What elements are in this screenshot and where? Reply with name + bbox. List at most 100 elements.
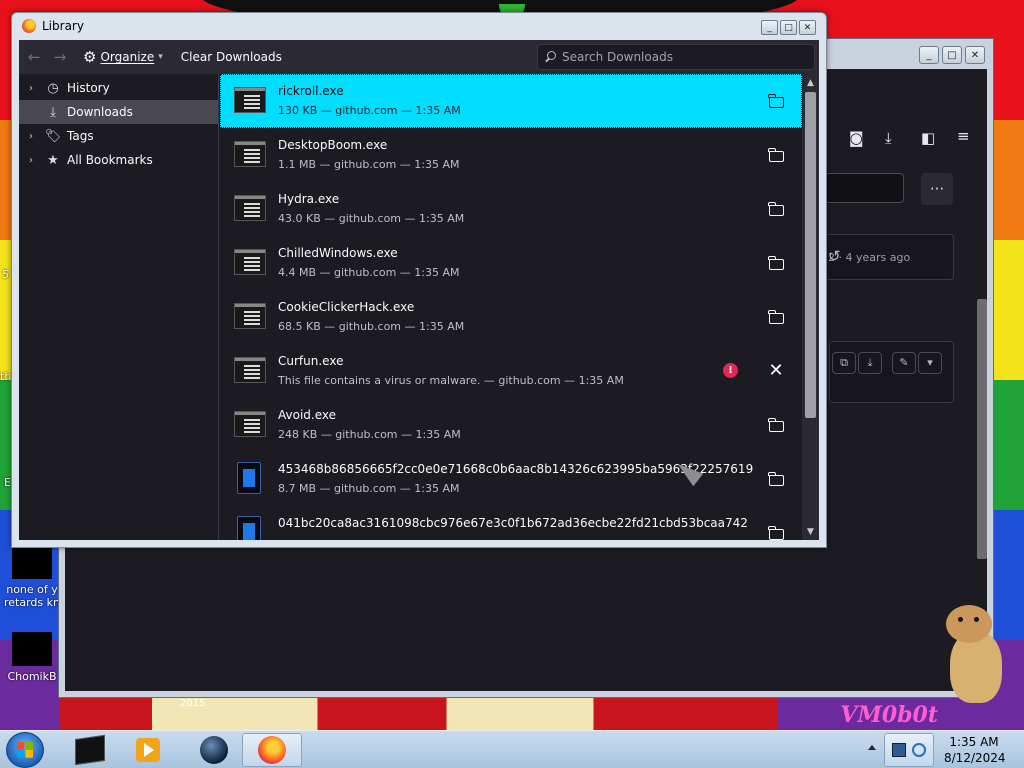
download-icon[interactable]: ⤓ bbox=[885, 129, 892, 147]
taskbar-browser[interactable] bbox=[184, 733, 244, 767]
clock[interactable]: 1:35 AM 8/12/2024 bbox=[944, 734, 1006, 766]
media-player-icon bbox=[136, 738, 160, 762]
download-status: 43.0 KB — github.com — 1:35 AM bbox=[278, 212, 465, 225]
desktop-icon-chomik[interactable]: ChomikB bbox=[2, 632, 62, 683]
sidebar-item-tags[interactable]: › 🏷 Tags bbox=[19, 124, 218, 148]
twisty-icon[interactable]: › bbox=[19, 155, 43, 166]
exe-icon bbox=[234, 303, 266, 329]
extensions-icon[interactable]: ◧ bbox=[921, 129, 935, 147]
download-row[interactable]: Hydra.exe 43.0 KB — github.com — 1:35 AM bbox=[220, 182, 802, 236]
open-folder-button[interactable] bbox=[766, 523, 786, 540]
close-button[interactable]: ✕ bbox=[799, 20, 816, 35]
twisty-icon[interactable]: › bbox=[19, 83, 43, 94]
download-icon: ⤓ bbox=[50, 104, 56, 120]
download-row[interactable]: rickroll.exe 130 KB — github.com — 1:35 A… bbox=[220, 74, 802, 128]
page-scrollbar[interactable] bbox=[975, 159, 989, 649]
open-folder-button[interactable] bbox=[766, 145, 786, 165]
sidebar-item-label: Downloads bbox=[67, 105, 133, 119]
open-folder-button[interactable] bbox=[766, 91, 786, 111]
pocket-icon[interactable]: ◙ bbox=[849, 129, 864, 147]
open-folder-button[interactable] bbox=[766, 199, 786, 219]
exe-icon bbox=[234, 195, 266, 221]
more-button[interactable]: ··· bbox=[921, 173, 953, 205]
desktop-fragment: 5 bbox=[2, 268, 9, 281]
download-status: 8.7 MB — github.com — 1:35 AM bbox=[278, 482, 460, 495]
volume-icon[interactable] bbox=[912, 743, 926, 757]
minimize-button[interactable]: _ bbox=[761, 20, 778, 35]
art-text: VM0b0t bbox=[840, 702, 938, 728]
library-window[interactable]: Library _ □ ✕ ← → ⚙ Organize ▾ Clear Dow… bbox=[11, 12, 827, 548]
sidebar-item-all-bookmarks[interactable]: › ★ All Bookmarks bbox=[19, 148, 218, 172]
tag-icon: 🏷 bbox=[44, 128, 62, 144]
twisty-icon[interactable]: › bbox=[19, 131, 43, 142]
sidebar-item-history[interactable]: › ◷ History bbox=[19, 76, 218, 100]
desktop-icon-note[interactable]: none of y retards kn bbox=[2, 545, 62, 609]
file-toolbar: ⧉ ⤓ ✎ ▾ bbox=[829, 341, 954, 403]
download-row[interactable]: Avoid.exe 248 KB — github.com — 1:35 AM bbox=[220, 398, 802, 452]
edit-icon[interactable]: ✎ bbox=[892, 352, 916, 374]
list-scrollbar[interactable]: ▲ ▼ bbox=[802, 74, 819, 540]
library-toolbar: ← → ⚙ Organize ▾ Clear Downloads bbox=[19, 40, 819, 74]
globe-icon bbox=[200, 736, 228, 764]
download-filename: DesktopBoom.exe bbox=[278, 138, 388, 152]
download-row[interactable]: ChilledWindows.exe 4.4 MB — github.com — … bbox=[220, 236, 802, 290]
download-row[interactable]: 041bc20ca8ac3161098cbc976e67e3c0f1b672ad… bbox=[220, 506, 802, 540]
desktop-fragment: th bbox=[0, 370, 12, 383]
clock-time: 1:35 AM bbox=[949, 735, 999, 749]
clock-icon: ◷ bbox=[47, 80, 59, 96]
back-arrow-icon[interactable]: ← bbox=[23, 46, 45, 68]
exe-icon bbox=[234, 249, 266, 275]
folder-icon bbox=[768, 147, 784, 162]
download-status: 4.4 MB — github.com — 1:35 AM bbox=[278, 266, 460, 279]
open-folder-button[interactable] bbox=[766, 307, 786, 327]
system-tray[interactable] bbox=[884, 733, 934, 767]
close-button[interactable]: ✕ bbox=[965, 46, 985, 64]
open-folder-button[interactable] bbox=[766, 253, 786, 273]
scrollbar-thumb[interactable] bbox=[977, 299, 987, 559]
clock-date: 8/12/2024 bbox=[944, 751, 1006, 765]
forward-arrow-icon[interactable]: → bbox=[49, 46, 71, 68]
hamster-image bbox=[942, 605, 1006, 705]
search-box[interactable] bbox=[537, 44, 815, 70]
search-input[interactable] bbox=[562, 50, 802, 64]
blue-file-icon bbox=[237, 462, 261, 494]
download-status: 68.5 KB — github.com — 1:35 AM bbox=[278, 320, 465, 333]
open-folder-button[interactable] bbox=[766, 415, 786, 435]
library-body: ← → ⚙ Organize ▾ Clear Downloads › ◷ Histo… bbox=[19, 40, 819, 540]
window-caption-buttons: _ □ ✕ bbox=[761, 20, 816, 35]
history-icon[interactable]: ↺ bbox=[828, 247, 939, 265]
chevron-down-icon[interactable]: ▾ bbox=[918, 352, 942, 374]
download-raw-icon[interactable]: ⤓ bbox=[858, 352, 882, 374]
taskbar-cmd[interactable] bbox=[60, 733, 120, 767]
remove-button[interactable]: ✕ bbox=[766, 361, 786, 381]
download-row[interactable]: CookieClickerHack.exe 68.5 KB — github.co… bbox=[220, 290, 802, 344]
scroll-up-icon[interactable]: ▲ bbox=[802, 74, 819, 91]
clear-downloads-button[interactable]: Clear Downloads bbox=[175, 46, 288, 68]
menu-icon[interactable]: ≡ bbox=[957, 127, 970, 145]
download-row[interactable]: 453468b86856665f2cc0e0e71668c0b6aac8b143… bbox=[220, 452, 802, 506]
taskbar-firefox[interactable] bbox=[242, 733, 302, 767]
maximize-button[interactable]: □ bbox=[780, 20, 797, 35]
folder-icon bbox=[768, 309, 784, 324]
download-row[interactable]: Curfun.exe This file contains a virus or … bbox=[220, 344, 802, 398]
hamster-file-icon bbox=[12, 632, 52, 666]
copy-icon[interactable]: ⧉ bbox=[832, 352, 856, 374]
sidebar-item-downloads[interactable]: ⤓ Downloads bbox=[19, 100, 218, 124]
start-button[interactable] bbox=[6, 732, 44, 768]
desktop-fragment: E bbox=[4, 476, 11, 489]
page-input[interactable] bbox=[824, 173, 904, 203]
minimize-button[interactable]: _ bbox=[919, 46, 939, 64]
scrollbar-thumb[interactable] bbox=[805, 92, 816, 418]
download-filename: CookieClickerHack.exe bbox=[278, 300, 415, 314]
tray-expand-icon[interactable] bbox=[868, 745, 876, 750]
scroll-down-icon[interactable]: ▼ bbox=[802, 523, 819, 540]
taskbar-media-player[interactable] bbox=[118, 733, 178, 767]
download-row[interactable]: DesktopBoom.exe 1.1 MB — github.com — 1:3… bbox=[220, 128, 802, 182]
open-folder-button[interactable] bbox=[766, 469, 786, 489]
folder-icon bbox=[768, 93, 784, 108]
maximize-button[interactable]: □ bbox=[942, 46, 962, 64]
network-icon[interactable] bbox=[892, 743, 906, 757]
folder-icon bbox=[768, 255, 784, 270]
downloads-list: rickroll.exe 130 KB — github.com — 1:35 A… bbox=[220, 74, 802, 540]
organize-button[interactable]: ⚙ Organize ▾ bbox=[77, 44, 169, 70]
